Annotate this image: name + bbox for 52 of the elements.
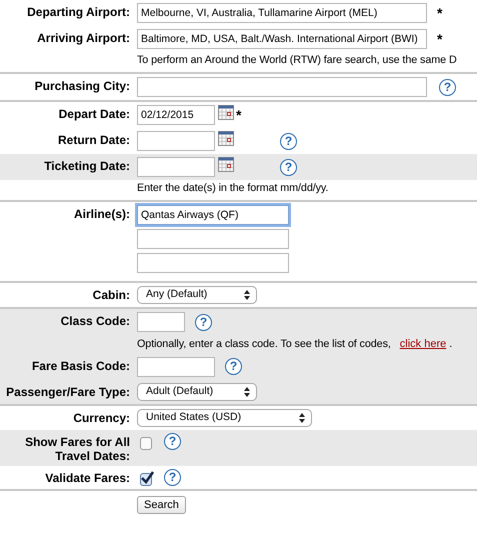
field-label: Depart Date:: [58, 107, 130, 121]
field-label: Validate Fares:: [45, 470, 130, 484]
input-field[interactable]: 02/12/2015: [137, 105, 215, 125]
hint-text: Optionally, enter a class code. To see the list of codes,: [137, 337, 391, 352]
updown-icon: [244, 386, 250, 396]
input-field[interactable]: Baltimore, MD, USA, Balt./Wash. International Airport (BWI): [137, 29, 427, 49]
dropdown[interactable]: Any (Default): [137, 286, 257, 304]
help-button[interactable]: ?: [195, 314, 212, 330]
field-label: Show Fares for All Travel Dates:: [25, 434, 130, 462]
field-label: Airline(s):: [74, 207, 130, 221]
input-field[interactable]: [137, 312, 185, 332]
help-button[interactable]: ?: [280, 158, 297, 176]
field-label: Arriving Airport:: [37, 31, 130, 45]
input-field[interactable]: [137, 77, 427, 97]
input-field[interactable]: Qantas Airways (QF): [137, 205, 289, 225]
help-button[interactable]: ?: [439, 78, 456, 96]
field-label: Ticketing Date:: [44, 159, 130, 173]
updown-icon: [244, 290, 250, 300]
calendar-icon[interactable]: [218, 105, 234, 120]
help-button[interactable]: ?: [280, 132, 297, 150]
help-button[interactable]: ?: [164, 432, 181, 450]
period-text: .: [449, 337, 452, 352]
calendar-icon[interactable]: [218, 157, 234, 172]
hint-text: To perform an Around the World (RTW) fare search, use the same D: [137, 53, 457, 67]
checkbox[interactable]: [140, 436, 152, 450]
field-label: Return Date:: [58, 133, 130, 147]
help-button[interactable]: ?: [164, 468, 181, 486]
field-label: Cabin:: [92, 288, 130, 302]
hint-text: Enter the date(s) in the format mm/dd/yy.: [137, 181, 328, 195]
search-button[interactable]: Search: [137, 496, 186, 514]
input-field[interactable]: [137, 229, 289, 249]
required-mark: *: [437, 32, 442, 46]
field-label: Class Code:: [60, 314, 130, 328]
dropdown[interactable]: United States (USD): [137, 408, 312, 426]
dropdown[interactable]: Adult (Default): [137, 382, 257, 400]
checkbox[interactable]: [140, 472, 152, 486]
input-field[interactable]: [137, 356, 215, 376]
input-field[interactable]: [137, 157, 215, 177]
field-label: Passenger/Fare Type:: [6, 384, 130, 398]
updown-icon: [299, 412, 305, 422]
help-button[interactable]: ?: [225, 358, 242, 375]
link[interactable]: click here: [400, 336, 446, 352]
field-label: Departing Airport:: [27, 5, 130, 19]
field-label: Purchasing City:: [34, 79, 130, 93]
required-mark: *: [236, 108, 242, 122]
field-label: Currency:: [73, 410, 130, 424]
input-field[interactable]: [137, 131, 215, 151]
field-label: Fare Basis Code:: [32, 358, 130, 372]
required-mark: *: [437, 6, 442, 20]
input-field[interactable]: [137, 253, 289, 273]
input-field[interactable]: Melbourne, VI, Australia, Tullamarine Airport (MEL): [137, 3, 427, 23]
calendar-icon[interactable]: [218, 131, 234, 146]
